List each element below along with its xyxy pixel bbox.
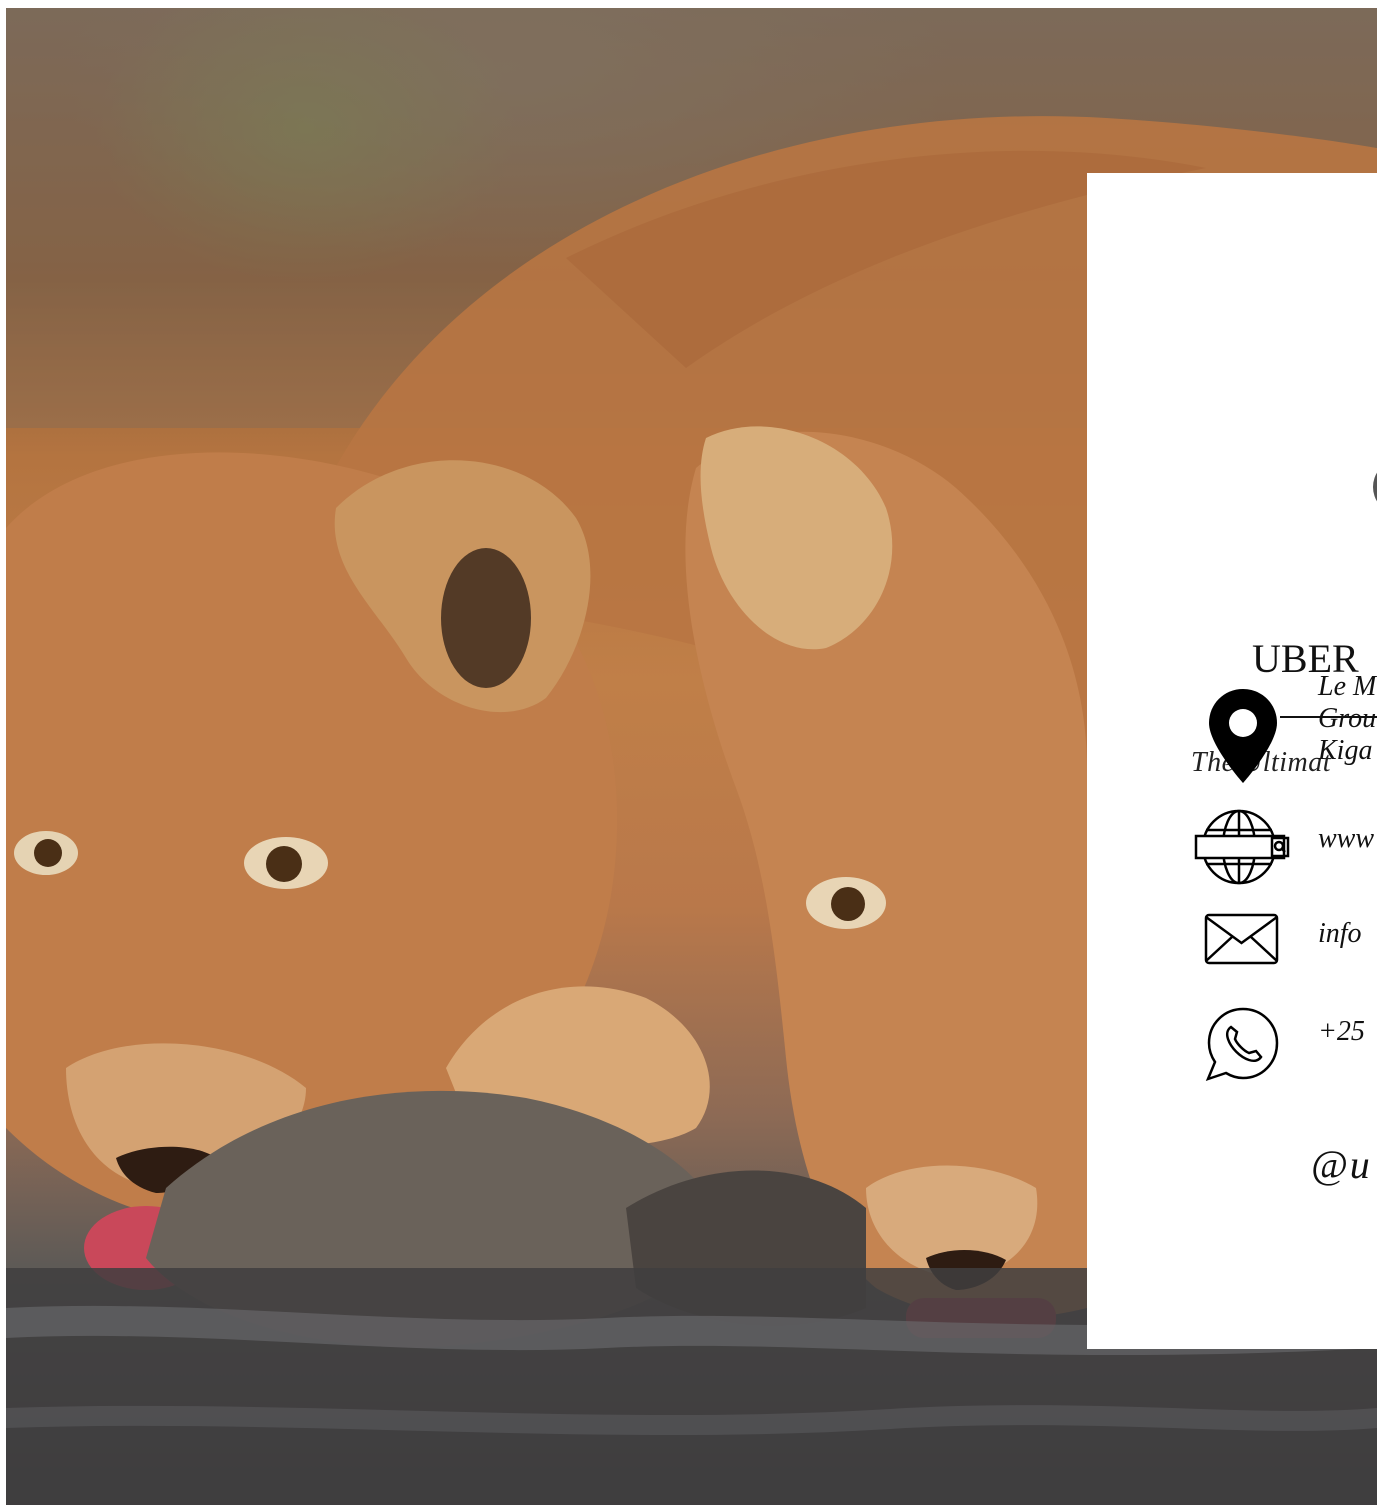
website-text[interactable]: www	[1318, 823, 1374, 855]
phone-text[interactable]: +25	[1318, 1016, 1365, 1048]
email-text[interactable]: info	[1318, 918, 1362, 950]
logo-mark	[1373, 463, 1377, 511]
address-line-1: Le M	[1318, 671, 1377, 702]
contact-card: UBER The Ultimat Le M Grou Kiga www info…	[1087, 173, 1377, 1349]
page: UBER The Ultimat Le M Grou Kiga www info…	[0, 0, 1377, 1505]
whatsapp-icon	[1205, 1007, 1279, 1082]
location-pin-icon	[1209, 689, 1277, 783]
top-border	[0, 0, 1377, 8]
envelope-icon	[1204, 913, 1279, 965]
globe-icon	[1194, 809, 1290, 885]
address-line-2: Grou	[1318, 703, 1377, 734]
address-line-3: Kiga	[1318, 735, 1373, 766]
left-border	[0, 0, 6, 1505]
social-handle[interactable]: @u	[1311, 1141, 1372, 1188]
